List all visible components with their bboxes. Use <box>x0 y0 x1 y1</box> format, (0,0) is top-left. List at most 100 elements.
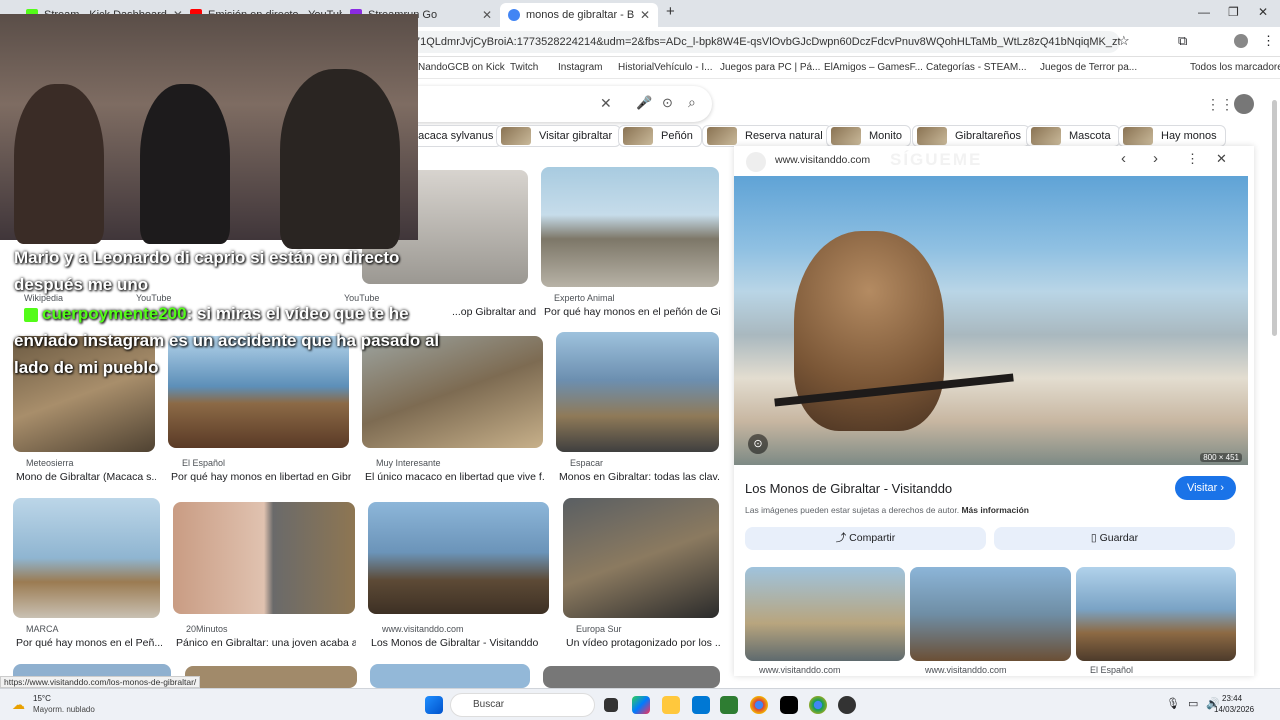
extensions-icon[interactable]: ⧉ <box>1178 33 1187 49</box>
clock-date[interactable]: 14/03/2026 <box>1214 705 1254 714</box>
profile-icon[interactable] <box>1234 34 1248 48</box>
copilot-icon[interactable] <box>632 696 650 714</box>
bookmark-item[interactable]: Juegos para PC | Pá... <box>720 62 820 73</box>
app-icon[interactable] <box>720 696 738 714</box>
main-image[interactable]: ⊙ 800 × 451 <box>734 176 1248 465</box>
related-image[interactable] <box>910 567 1071 661</box>
panel-title[interactable]: Los Monos de Gibraltar - Visitanddo <box>745 481 952 496</box>
chip[interactable]: Reserva natural <box>702 125 832 147</box>
kick-badge-icon <box>24 307 38 322</box>
account-avatar[interactable] <box>1234 94 1254 114</box>
chip[interactable]: Mascota <box>1026 125 1120 147</box>
clear-icon[interactable]: ✕ <box>600 95 612 112</box>
close-icon[interactable]: ✕ <box>634 8 650 22</box>
star-icon[interactable]: ☆ <box>1118 33 1130 49</box>
chip[interactable]: Gibraltareños <box>912 125 1031 147</box>
save-button[interactable]: ▯ Guardar <box>994 527 1235 550</box>
maximize-button[interactable]: ❐ <box>1228 5 1239 19</box>
lens-search-icon[interactable]: ⊙ <box>748 434 768 454</box>
more-icon[interactable]: ⋮ <box>1186 151 1199 167</box>
person-right <box>280 69 400 249</box>
network-icon[interactable]: ▭ <box>1188 697 1198 710</box>
related-image[interactable] <box>1076 567 1236 661</box>
bookmark-item[interactable]: Instagram <box>558 62 602 73</box>
visit-button[interactable]: Visitar › <box>1175 476 1236 500</box>
weather-temp[interactable]: 15°C <box>33 694 51 703</box>
explorer-icon[interactable] <box>662 696 680 714</box>
chip[interactable]: Visitar gibraltar <box>496 125 622 147</box>
result-caption[interactable]: Por qué hay monos en el Peñ... <box>16 637 162 649</box>
close-panel-icon[interactable]: ✕ <box>1216 151 1227 167</box>
result-source: Muy Interesante <box>376 458 441 468</box>
chip-thumb <box>1031 127 1061 145</box>
chip[interactable]: Hay monos <box>1118 125 1226 147</box>
scrollbar[interactable] <box>1272 100 1277 336</box>
apps-icon[interactable]: ⋮⋮ <box>1206 96 1234 113</box>
result-source: 20Minutos <box>186 624 228 634</box>
result-source: www.visitanddo.com <box>382 624 464 634</box>
taskbar-search[interactable]: Buscar <box>450 693 595 717</box>
result-caption[interactable]: Por qué hay monos en el peñón de Gi... <box>544 306 720 318</box>
result-image[interactable] <box>543 666 720 688</box>
store-icon[interactable] <box>692 696 710 714</box>
tab-google-search[interactable]: monos de gibraltar - Buscar con✕ <box>500 3 658 27</box>
panel-site[interactable]: www.visitanddo.com <box>775 154 870 166</box>
share-icon: ⤴ <box>835 532 847 544</box>
bookmark-item[interactable]: HistorialVehículo - I... <box>618 62 712 73</box>
bookmark-item[interactable]: Twitch <box>510 62 538 73</box>
result-caption[interactable]: El único macaco en libertad que vive f..… <box>365 471 545 483</box>
result-caption[interactable]: Pánico en Gibraltar: una joven acaba a..… <box>176 637 356 649</box>
result-caption[interactable]: Monos en Gibraltar: todas las clav... <box>559 471 719 483</box>
mic-icon[interactable]: 🎤 <box>636 95 652 111</box>
result-image[interactable] <box>556 332 719 452</box>
result-image[interactable] <box>368 502 549 614</box>
recorder-icon[interactable] <box>838 696 856 714</box>
lens-icon[interactable]: ⊙ <box>662 95 673 111</box>
minimize-button[interactable]: — <box>1198 5 1210 19</box>
chrome-icon[interactable] <box>750 696 768 714</box>
close-icon[interactable]: ✕ <box>476 8 492 22</box>
chat-username: cuerpoymente200 <box>42 304 187 323</box>
bookmark-item[interactable]: NandoGCB on Kick <box>418 62 505 73</box>
result-caption[interactable]: Mono de Gibraltar (Macaca s... <box>16 471 156 483</box>
bookmark-item[interactable]: Categorías - STEAM... <box>926 62 1027 73</box>
close-window-button[interactable]: ✕ <box>1258 5 1268 19</box>
result-image[interactable] <box>541 167 719 287</box>
menu-icon[interactable]: ⋮ <box>1262 33 1275 49</box>
share-button[interactable]: ⤴ Compartir <box>745 527 986 550</box>
result-image[interactable] <box>13 498 160 618</box>
chip[interactable]: Monito <box>826 125 912 147</box>
result-caption[interactable]: ...op Gibraltar and how to ... <box>452 306 538 318</box>
taskview-icon[interactable] <box>604 698 618 712</box>
bookmark-item[interactable]: ElAmigos – GamesF... <box>824 62 923 73</box>
chip[interactable]: Peñón <box>618 125 702 147</box>
status-url: https://www.visitanddo.com/los-monos-de-… <box>0 676 201 688</box>
search-box[interactable]: ✕ 🎤 ⊙ ⌕ <box>400 86 712 122</box>
result-caption[interactable]: Por qué hay monos en libertad en Gibr... <box>171 471 351 483</box>
prev-icon[interactable]: ‹ <box>1121 150 1126 167</box>
weather-desc[interactable]: Mayorm. nublado <box>33 705 95 714</box>
result-source: Europa Sur <box>576 624 622 634</box>
url-field[interactable]: 71QLdmrJvjCyBroiA:1773528224214&udm=2&fb… <box>400 31 1120 53</box>
mic-tray-icon[interactable]: 🎙 <box>1166 697 1180 710</box>
result-image[interactable] <box>185 666 357 688</box>
next-icon[interactable]: › <box>1153 150 1158 167</box>
bookmark-item[interactable]: Juegos de Terror pa... <box>1040 62 1137 73</box>
result-image[interactable] <box>173 502 355 614</box>
result-caption[interactable]: Un vídeo protagonizado por los ... <box>566 637 720 649</box>
bookmark-item[interactable]: Todos los marcadores <box>1190 62 1280 73</box>
chip[interactable]: Macaca sylvanus <box>404 125 503 147</box>
rights-notice: Las imágenes pueden estar sujetas a dere… <box>745 505 1029 515</box>
result-image[interactable] <box>563 498 719 618</box>
related-image[interactable] <box>745 567 905 661</box>
new-tab-button[interactable]: + <box>666 3 675 20</box>
search-icon[interactable]: ⌕ <box>688 94 696 111</box>
chrome-alt-icon[interactable] <box>809 696 827 714</box>
result-image[interactable] <box>370 664 530 688</box>
related-source: www.visitanddo.com <box>759 665 841 675</box>
result-caption[interactable]: Los Monos de Gibraltar - Visitanddo <box>371 637 551 649</box>
more-info-link[interactable]: Más información <box>961 505 1029 515</box>
tiktok-icon[interactable] <box>780 696 798 714</box>
start-icon[interactable] <box>425 696 443 714</box>
clock-time[interactable]: 23:44 <box>1222 694 1242 703</box>
